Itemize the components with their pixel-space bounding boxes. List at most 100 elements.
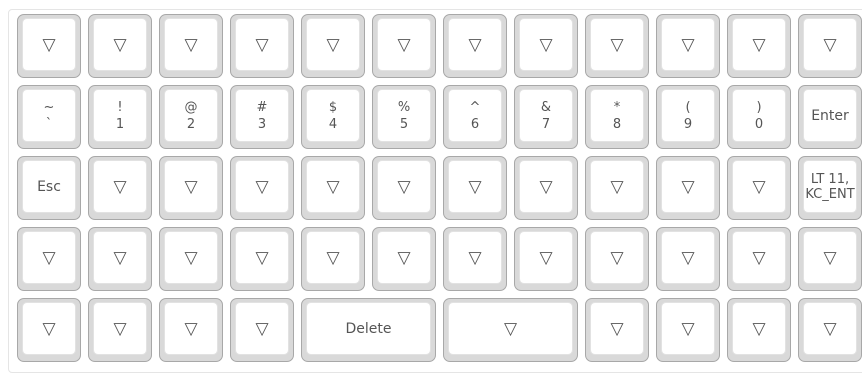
transparent-icon: ▽ bbox=[752, 318, 766, 339]
transparent-key[interactable]: ▽ bbox=[798, 227, 862, 291]
transparent-icon: ▽ bbox=[184, 247, 198, 268]
key-3[interactable]: #3 bbox=[230, 85, 294, 149]
key-delete[interactable]: Delete bbox=[301, 298, 436, 362]
key-cap: Enter bbox=[803, 89, 857, 142]
key-1[interactable]: ! 1 bbox=[88, 85, 152, 149]
key-cap: ) 0 bbox=[732, 89, 786, 142]
key-legend: % bbox=[397, 99, 411, 115]
transparent-icon: ▽ bbox=[503, 318, 518, 339]
transparent-key[interactable]: ▽ bbox=[798, 14, 862, 78]
transparent-icon: ▽ bbox=[397, 247, 411, 268]
key-legend: 3 bbox=[257, 116, 267, 132]
key-0[interactable]: ) 0 bbox=[727, 85, 791, 149]
transparent-icon: ▽ bbox=[610, 176, 624, 197]
transparent-key[interactable]: ▽ bbox=[656, 227, 720, 291]
transparent-key[interactable]: ▽ bbox=[514, 14, 578, 78]
transparent-key[interactable]: ▽ bbox=[88, 14, 152, 78]
transparent-icon: ▽ bbox=[397, 176, 411, 197]
key-cap: * 8 bbox=[590, 89, 644, 142]
key-cap: ▽ bbox=[519, 18, 573, 71]
transparent-icon: ▽ bbox=[681, 176, 695, 197]
transparent-key[interactable]: ▽ bbox=[372, 156, 436, 220]
transparent-key[interactable]: ▽ bbox=[17, 14, 81, 78]
transparent-icon: ▽ bbox=[42, 34, 56, 55]
transparent-icon: ▽ bbox=[823, 34, 837, 55]
key-4[interactable]: $4 bbox=[301, 85, 365, 149]
key-9[interactable]: (9 bbox=[656, 85, 720, 149]
transparent-key[interactable]: ▽ bbox=[301, 156, 365, 220]
transparent-key[interactable]: ▽ bbox=[88, 298, 152, 362]
key-legend: Esc bbox=[37, 178, 61, 195]
key-legend: 6 bbox=[470, 116, 480, 132]
transparent-key[interactable]: ▽ bbox=[17, 227, 81, 291]
transparent-key[interactable]: ▽ bbox=[443, 298, 578, 362]
transparent-key[interactable]: ▽ bbox=[443, 156, 507, 220]
transparent-key[interactable]: ▽ bbox=[88, 156, 152, 220]
transparent-key[interactable]: ▽ bbox=[585, 14, 649, 78]
transparent-icon: ▽ bbox=[539, 176, 553, 197]
key-cap: ▽ bbox=[732, 231, 786, 284]
key-cap: ▽ bbox=[377, 231, 431, 284]
transparent-key[interactable]: ▽ bbox=[514, 227, 578, 291]
transparent-key[interactable]: ▽ bbox=[230, 227, 294, 291]
transparent-icon: ▽ bbox=[681, 34, 695, 55]
transparent-key[interactable]: ▽ bbox=[656, 14, 720, 78]
transparent-key[interactable]: ▽ bbox=[443, 14, 507, 78]
key-6[interactable]: ^ 6 bbox=[443, 85, 507, 149]
transparent-key[interactable]: ▽ bbox=[656, 298, 720, 362]
key-cap: ▽ bbox=[377, 160, 431, 213]
key-5[interactable]: % 5 bbox=[372, 85, 436, 149]
transparent-key[interactable]: ▽ bbox=[727, 298, 791, 362]
transparent-key[interactable]: ▽ bbox=[514, 156, 578, 220]
key-lt-11-kc-ent[interactable]: LT 11, KC_ENT bbox=[798, 156, 862, 220]
transparent-key[interactable]: ▽ bbox=[727, 156, 791, 220]
transparent-key[interactable]: ▽ bbox=[159, 298, 223, 362]
key-cap: Delete bbox=[306, 302, 431, 355]
key-legend: 7 bbox=[541, 116, 551, 132]
keyboard-layout: ▽ ▽ ▽ ▽ ▽ ▽ ▽ ▽ ▽ ▽ ▽ ▽ ~ `! 1 @2 #3 $4% 5 ^ 6 & 7 * 8(9) 0 Enter E… bbox=[8, 9, 862, 373]
transparent-key[interactable]: ▽ bbox=[159, 227, 223, 291]
transparent-key[interactable]: ▽ bbox=[372, 14, 436, 78]
key-7[interactable]: & 7 bbox=[514, 85, 578, 149]
key-8[interactable]: * 8 bbox=[585, 85, 649, 149]
key-legend: 5 bbox=[399, 116, 409, 132]
transparent-key[interactable]: ▽ bbox=[585, 298, 649, 362]
key-esc[interactable]: Esc bbox=[17, 156, 81, 220]
key-cap: ▽ bbox=[448, 231, 502, 284]
transparent-key[interactable]: ▽ bbox=[159, 14, 223, 78]
key-enter[interactable]: Enter bbox=[798, 85, 862, 149]
transparent-key[interactable]: ▽ bbox=[372, 227, 436, 291]
key-cap: ▽ bbox=[661, 160, 715, 213]
transparent-key[interactable]: ▽ bbox=[159, 156, 223, 220]
key-symbol[interactable]: ~ ` bbox=[17, 85, 81, 149]
key-legend: $ bbox=[328, 99, 338, 115]
transparent-key[interactable]: ▽ bbox=[301, 227, 365, 291]
key-cap: ▽ bbox=[661, 18, 715, 71]
key-2[interactable]: @2 bbox=[159, 85, 223, 149]
transparent-icon: ▽ bbox=[681, 247, 695, 268]
transparent-key[interactable]: ▽ bbox=[585, 227, 649, 291]
transparent-key[interactable]: ▽ bbox=[656, 156, 720, 220]
transparent-icon: ▽ bbox=[113, 34, 127, 55]
key-cap: ▽ bbox=[22, 302, 76, 355]
transparent-key[interactable]: ▽ bbox=[88, 227, 152, 291]
transparent-key[interactable]: ▽ bbox=[443, 227, 507, 291]
transparent-key[interactable]: ▽ bbox=[230, 298, 294, 362]
transparent-key[interactable]: ▽ bbox=[727, 227, 791, 291]
transparent-key[interactable]: ▽ bbox=[230, 156, 294, 220]
transparent-key[interactable]: ▽ bbox=[17, 298, 81, 362]
key-cap: ▽ bbox=[732, 302, 786, 355]
transparent-key[interactable]: ▽ bbox=[585, 156, 649, 220]
key-legend: ( bbox=[685, 99, 691, 115]
transparent-key[interactable]: ▽ bbox=[301, 14, 365, 78]
transparent-icon: ▽ bbox=[752, 34, 766, 55]
transparent-icon: ▽ bbox=[255, 247, 269, 268]
key-cap: ^ 6 bbox=[448, 89, 502, 142]
transparent-icon: ▽ bbox=[610, 318, 624, 339]
transparent-key[interactable]: ▽ bbox=[727, 14, 791, 78]
key-legend: 2 bbox=[186, 116, 196, 132]
transparent-key[interactable]: ▽ bbox=[230, 14, 294, 78]
transparent-key[interactable]: ▽ bbox=[798, 298, 862, 362]
transparent-icon: ▽ bbox=[539, 34, 553, 55]
key-legend: ^ bbox=[469, 99, 481, 115]
